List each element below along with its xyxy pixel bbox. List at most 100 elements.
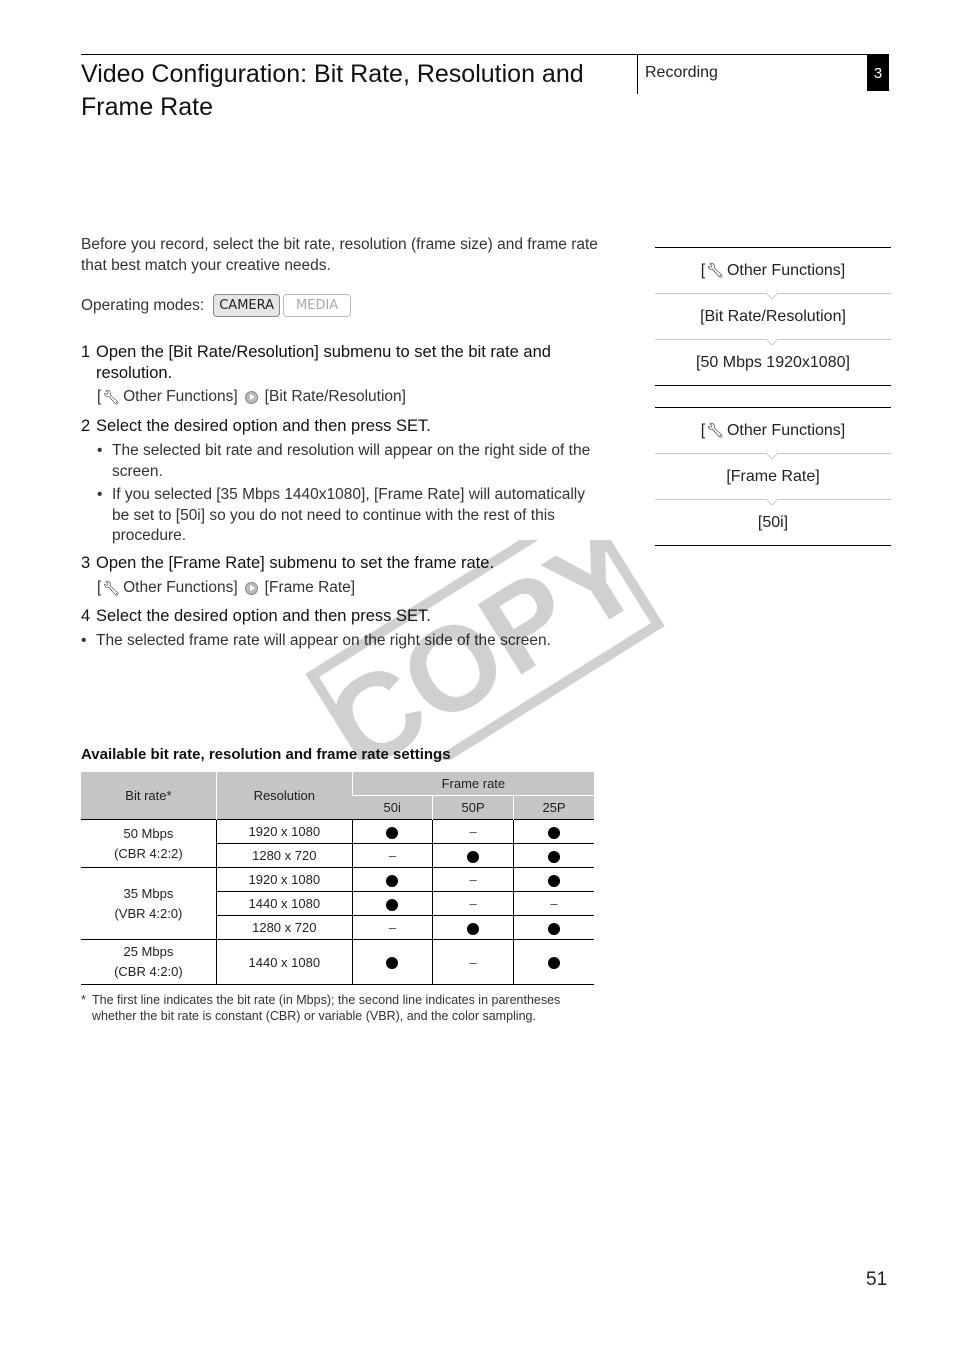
step-2: 2 Select the desired option and then pre…: [81, 416, 601, 437]
cell-availability-50i: –: [351, 915, 433, 940]
table-row: 35 Mbps (VBR 4:2:0) 1920 x 1080 –: [81, 867, 594, 940]
header-rate-50p: 50P: [432, 795, 514, 820]
header-rate-25p: 25P: [513, 795, 594, 820]
cell-availability-50P: –: [432, 891, 514, 916]
bullet-icon: •: [97, 486, 103, 503]
cell-availability-50P: –: [432, 867, 514, 892]
mode-camera-badge: CAMERA: [213, 294, 281, 317]
table-row: 25 Mbps (CBR 4:2:0) 1440 x 1080 –: [81, 939, 594, 985]
step-text: Select the desired option and then press…: [96, 417, 431, 435]
chapter-badge: 3: [867, 55, 889, 91]
cell-availability-50P: –: [432, 819, 514, 844]
bullet-icon: •: [81, 632, 87, 649]
available-dot-icon: [548, 957, 561, 970]
settings-table: Bit rate* Resolution Frame rate 50i 50P …: [81, 772, 594, 985]
cell-resolution: 1280 x 720: [215, 843, 353, 868]
available-dot-icon: [386, 898, 399, 911]
menu-item-label: Other Functions]: [726, 421, 846, 439]
page-number: 51: [866, 1269, 888, 1290]
bullet-text: The selected bit rate and resolution wil…: [112, 442, 591, 480]
section-divider: [637, 54, 638, 94]
bit-rate-mode: (VBR 4:2:0): [114, 905, 183, 921]
header-rule: [81, 54, 889, 55]
cell-bit-rate: 25 Mbps (CBR 4:2:0): [81, 939, 217, 985]
page-title: Video Configuration: Bit Rate, Resolutio…: [81, 60, 584, 121]
cell-availability-50i: [351, 867, 433, 892]
unavailable-dash: –: [550, 896, 558, 911]
cell-availability-50i: [351, 891, 433, 916]
menu-item-default-value: [50i]: [757, 513, 789, 531]
cell-availability-25P: [513, 843, 594, 868]
wrench-icon: 🔧︎: [102, 388, 121, 405]
footnote-line: The first line indicates the bit rate (i…: [92, 993, 561, 1007]
unavailable-dash: –: [469, 824, 477, 839]
operating-modes-label: Operating modes:: [81, 296, 205, 314]
step-text: Open the [Frame Rate] submenu to set the…: [96, 554, 495, 572]
cell-availability-50i: [351, 819, 433, 844]
path-to: [Frame Rate]: [264, 579, 356, 596]
wrench-icon: 🔧︎: [706, 262, 724, 278]
menu-item-default-value: [50 Mbps 1920x1080]: [696, 353, 850, 371]
bracket: [: [97, 388, 102, 405]
cell-bit-rate: 50 Mbps (CBR 4:2:2): [81, 819, 217, 868]
table-title: Available bit rate, resolution and frame…: [81, 746, 451, 763]
step-4: 4 Select the desired option and then pre…: [81, 606, 601, 627]
unavailable-dash: –: [469, 896, 477, 911]
menu-path-1: [ 🔧︎ Other Functions] [Bit Rate/Resoluti…: [97, 388, 406, 406]
bullet-item: • If you selected [35 Mbps 1440x1080], [F…: [97, 485, 602, 547]
header-frame-rate: Frame rate: [351, 772, 594, 796]
cell-availability-50i: –: [351, 843, 433, 868]
table-body: 50 Mbps (CBR 4:2:2) 1920 x 1080 – 1280 x 720…: [81, 819, 594, 985]
available-dot-icon: [467, 850, 480, 863]
bullet-item: • The selected bit rate and resolution wi…: [97, 441, 602, 482]
cell-availability-25P: [513, 819, 594, 844]
available-dot-icon: [386, 957, 399, 970]
bullet-item: • The selected frame rate will appear on …: [81, 631, 601, 652]
cell-availability-50P: [432, 843, 514, 868]
header-resolution: Resolution: [215, 772, 353, 820]
header-rate-50i: 50i: [352, 795, 433, 820]
mode-media-badge: MEDIA: [283, 294, 352, 317]
available-dot-icon: [548, 826, 561, 839]
unavailable-dash: –: [469, 872, 477, 887]
arrow-right-icon: [244, 581, 258, 595]
cell-resolution: 1920 x 1080: [215, 819, 353, 844]
available-dot-icon: [548, 850, 561, 863]
bullet-text: If you selected [35 Mbps 1440x1080], [Fr…: [112, 486, 585, 544]
available-dot-icon: [548, 922, 561, 935]
unavailable-dash: –: [388, 848, 397, 863]
bullet-text: The selected frame rate will appear on t…: [96, 632, 551, 649]
bit-rate-value: 50 Mbps: [123, 825, 174, 841]
operating-modes: Operating modes: CAMERA MEDIA: [81, 294, 352, 317]
path-from: Other Functions]: [123, 388, 238, 405]
table-row: 50 Mbps (CBR 4:2:2) 1920 x 1080 –: [81, 819, 594, 868]
menu-path-box-bitrate: [🔧︎ Other Functions] [Bit Rate/Resolution…: [655, 247, 891, 386]
step-text: Open the [Bit Rate/Resolution] submenu t…: [96, 343, 551, 382]
cell-resolution: 1440 x 1080: [215, 939, 353, 985]
step-3: 3 Open the [Frame Rate] submenu to set t…: [81, 553, 601, 574]
bracket: [: [97, 579, 102, 596]
menu-path-box-framerate: [🔧︎ Other Functions] [Frame Rate] [50i]: [655, 407, 891, 546]
menu-item-framerate: [Frame Rate]: [726, 467, 820, 485]
footnote-star: *: [81, 993, 86, 1007]
intro-text: Before you record, select the bit rate, …: [81, 236, 598, 274]
bit-rate-value: 25 Mbps: [123, 944, 174, 959]
bullet-icon: •: [97, 442, 103, 459]
step-text: Select the desired option and then press…: [96, 607, 431, 625]
unavailable-dash: –: [469, 954, 477, 970]
cell-availability-25P: [513, 867, 594, 892]
menu-item-other-functions: [🔧︎ Other Functions]: [655, 408, 891, 453]
step-number: 1: [81, 343, 91, 361]
wrench-icon: 🔧︎: [102, 579, 121, 596]
unavailable-dash: –: [388, 920, 397, 935]
cell-availability-25P: [513, 915, 594, 940]
menu-item-other-functions: [🔧︎ Other Functions]: [655, 248, 891, 293]
cell-availability-50i: [351, 939, 433, 985]
table-footnote: * The first line indicates the bit rate (…: [81, 992, 601, 1024]
wrench-icon: 🔧︎: [706, 422, 724, 438]
footnote-line: whether the bit rate is constant (CBR) o…: [92, 1009, 536, 1023]
bit-rate-mode: (CBR 4:2:0): [114, 964, 183, 979]
available-dot-icon: [386, 826, 399, 839]
cell-availability-50P: [432, 915, 514, 940]
step-number: 4: [81, 607, 91, 625]
